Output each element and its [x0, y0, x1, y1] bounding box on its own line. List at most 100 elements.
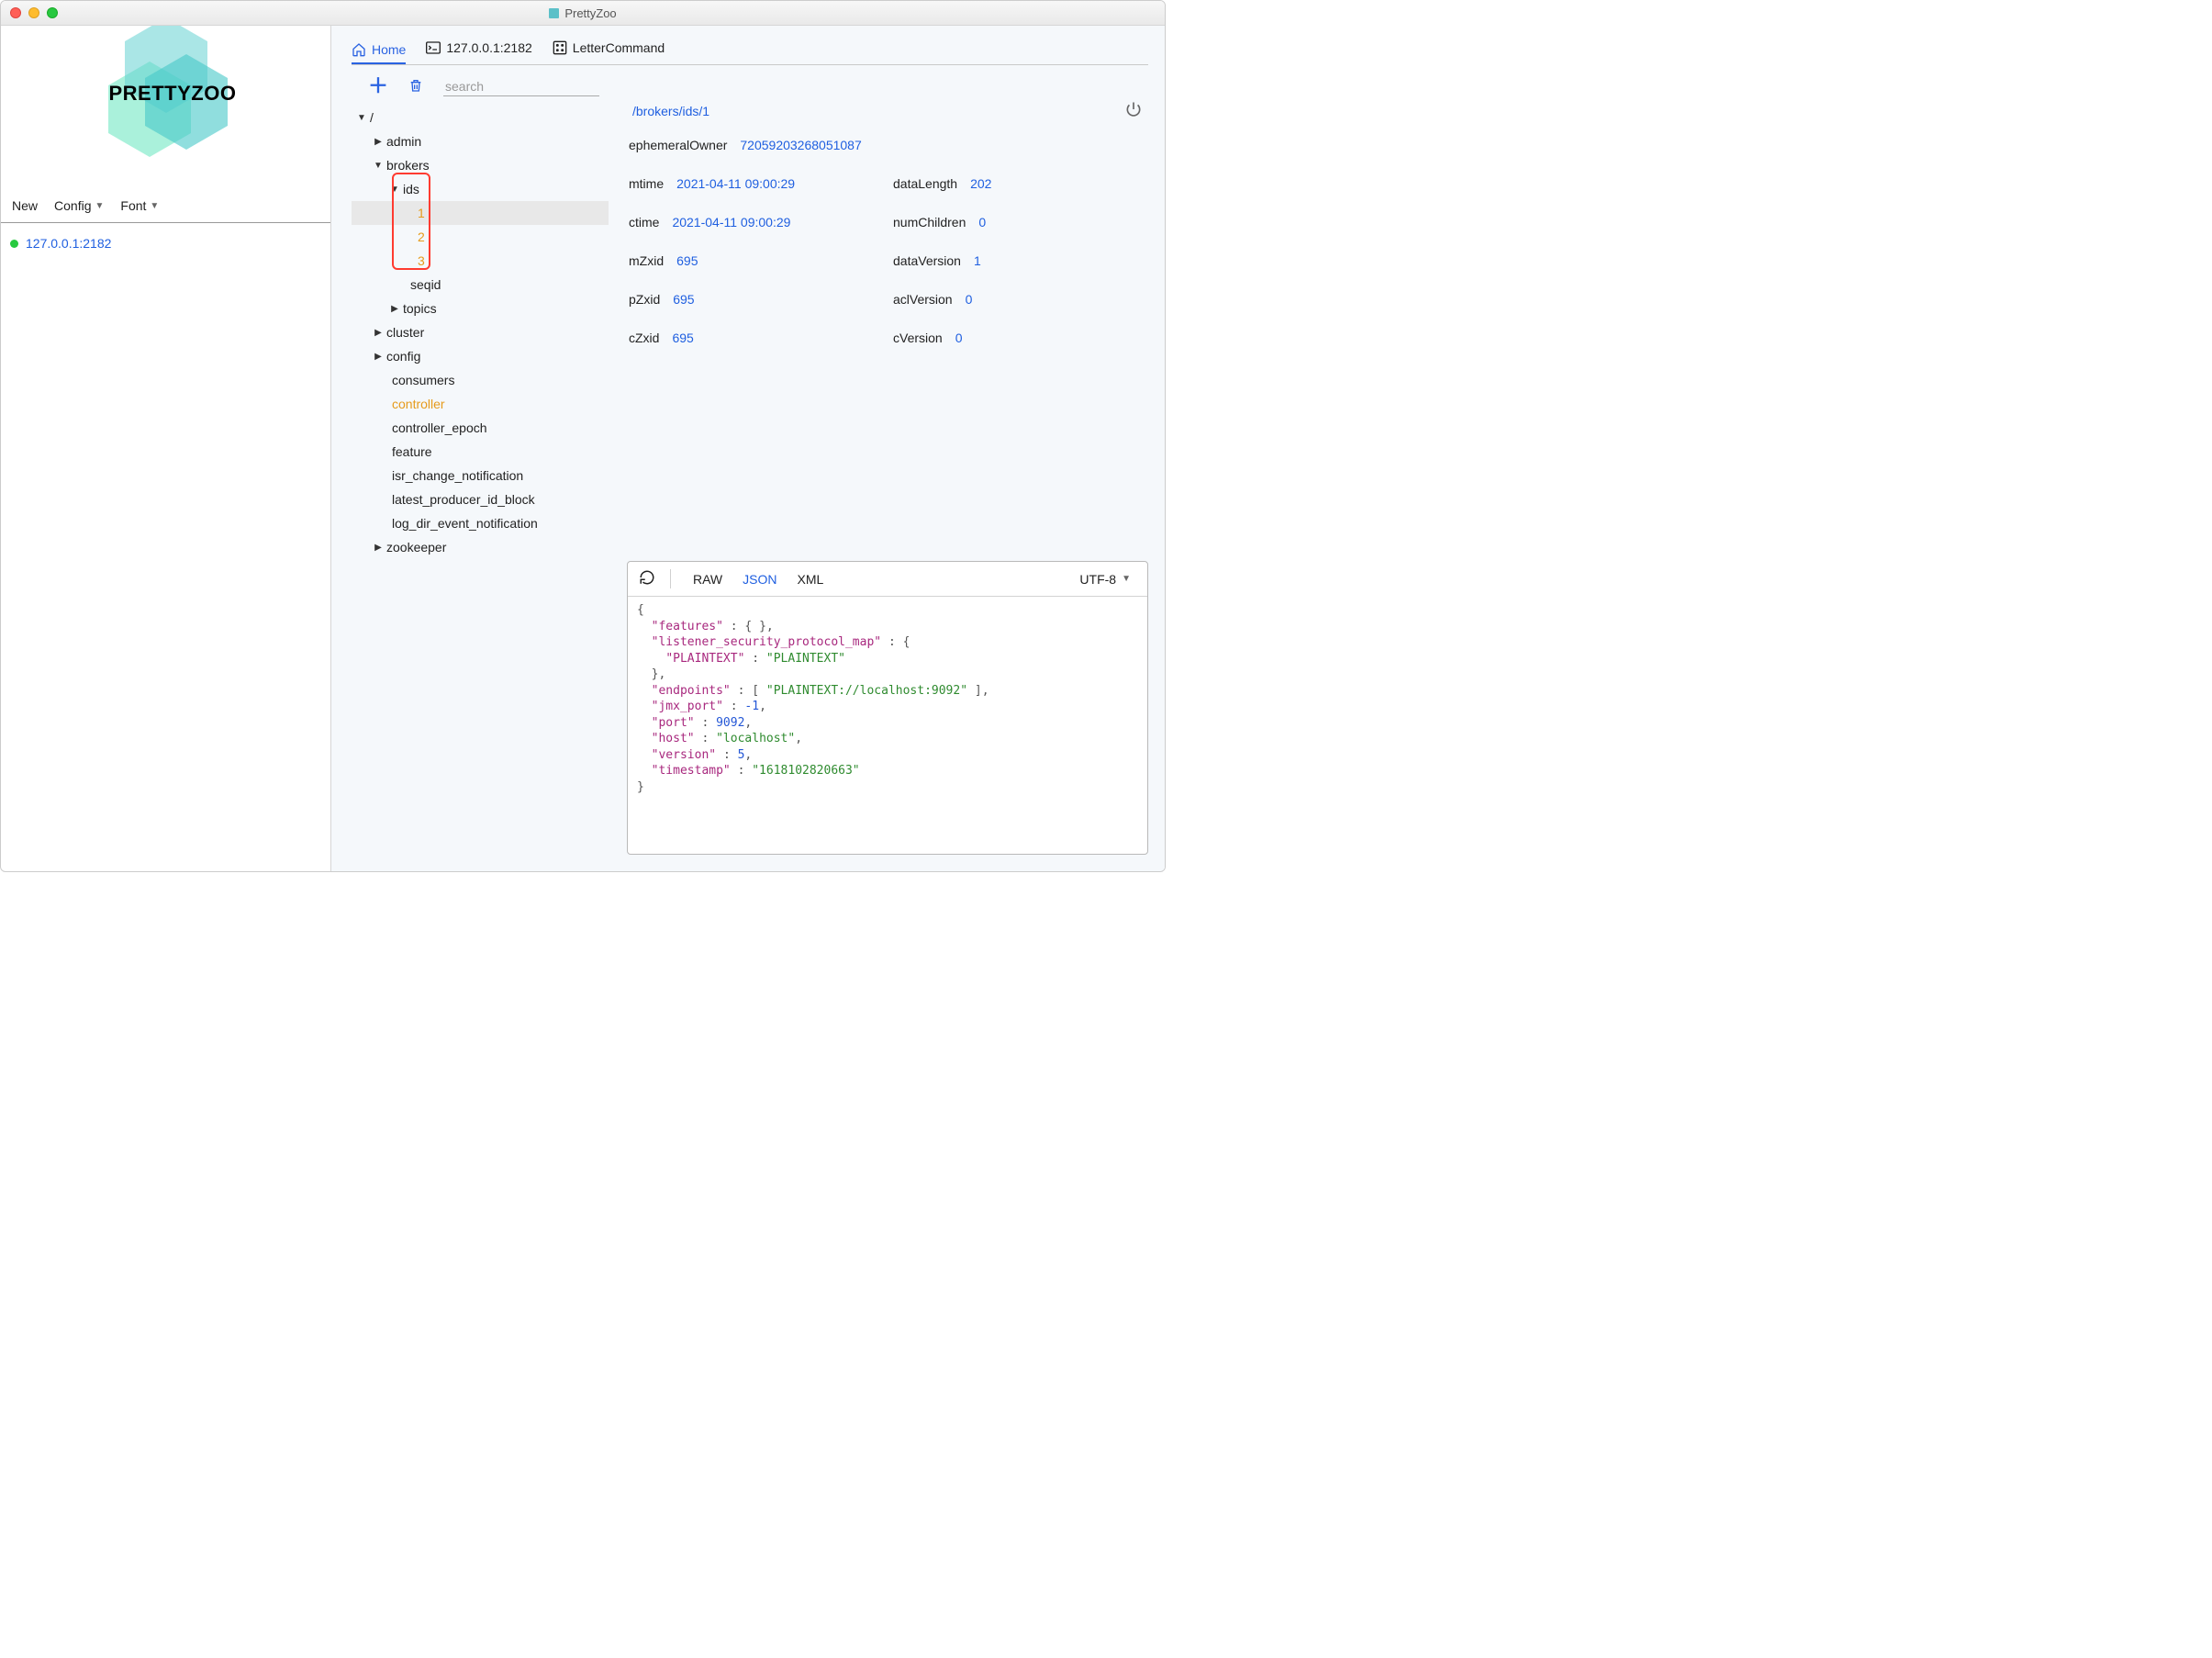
tab-letter-command[interactable]: LetterCommand [553, 40, 665, 59]
chevron-down-icon: ▼ [390, 185, 399, 195]
add-node-button[interactable]: ＋ [368, 76, 388, 96]
tree-label: admin [383, 134, 421, 149]
tree-label: topics [399, 301, 437, 316]
tree-label: config [383, 349, 420, 364]
logo-text: PRETTYZOO [109, 82, 237, 106]
tree-label: ids [399, 182, 419, 196]
tree-node-id-3[interactable]: 3 [352, 249, 609, 273]
app-window: PrettyZoo PRETTYZOO New [0, 0, 1166, 872]
delete-node-button[interactable] [408, 77, 423, 96]
menu-config-label: Config [54, 198, 91, 213]
chevron-down-icon: ▼ [1122, 574, 1131, 584]
tree-label: controller_epoch [388, 420, 487, 435]
main-area: Home 127.0.0.1:2182 LetterCommand ＋ [331, 26, 1165, 871]
tree-node-latest-producer-id[interactable]: latest_producer_id_block [352, 487, 609, 511]
tree-label: log_dir_event_notification [388, 516, 538, 531]
menu-new-label: New [12, 198, 38, 213]
tree-node-zookeeper[interactable]: ▶ zookeeper [352, 535, 609, 559]
menu-font[interactable]: Font ▼ [120, 198, 159, 213]
disconnect-button[interactable] [1124, 100, 1143, 121]
tree-node-consumers[interactable]: consumers [352, 368, 609, 392]
tree-node-seqid[interactable]: seqid [352, 273, 609, 297]
stat-key: mZxid [629, 253, 664, 268]
tree-label: seqid [407, 277, 441, 292]
grid-icon [553, 40, 567, 55]
stat-value: 2021-04-11 09:00:29 [672, 215, 790, 230]
logo-area: PRETTYZOO [1, 26, 330, 191]
stat-value: 695 [672, 330, 693, 345]
toolbar: ＋ [352, 65, 1148, 100]
stat-key: aclVersion [893, 292, 953, 307]
data-viewer: RAW JSON XML UTF-8 ▼ { "features" : { },… [627, 561, 1148, 855]
tree-label: brokers [383, 158, 430, 173]
menu-font-label: Font [120, 198, 146, 213]
tree-node-admin[interactable]: ▶ admin [352, 129, 609, 153]
refresh-button[interactable] [639, 569, 671, 588]
chevron-right-icon: ▶ [374, 352, 383, 362]
encoding-label: UTF-8 [1079, 572, 1116, 587]
titlebar: PrettyZoo [1, 1, 1165, 26]
stat-value: 695 [673, 292, 694, 307]
tree-label: consumers [388, 373, 454, 387]
stat-key: dataLength [893, 176, 957, 191]
app-icon [549, 8, 559, 18]
chevron-down-icon: ▼ [150, 201, 159, 211]
tree-label: zookeeper [383, 540, 446, 555]
tree-node-root[interactable]: ▼ / [352, 106, 609, 129]
server-item[interactable]: 127.0.0.1:2182 [10, 236, 321, 251]
format-json-tab[interactable]: JSON [743, 572, 776, 587]
tree-node-id-1[interactable]: 1 [352, 201, 609, 225]
stat-key: ctime [629, 215, 659, 230]
node-tree: ▼ / ▶ admin ▼ brokers ▼ ids [352, 100, 609, 855]
details-panel: /brokers/ids/1 ephemeralOwner72059203268… [627, 100, 1148, 855]
format-raw-tab[interactable]: RAW [693, 572, 722, 587]
tab-home[interactable]: Home [352, 42, 406, 64]
tab-bar: Home 127.0.0.1:2182 LetterCommand [352, 39, 1148, 65]
stat-key: mtime [629, 176, 664, 191]
tree-node-ids[interactable]: ▼ ids [352, 177, 609, 201]
tree-node-controller-epoch[interactable]: controller_epoch [352, 416, 609, 440]
tree-node-id-2[interactable]: 2 [352, 225, 609, 249]
tree-label: feature [388, 444, 432, 459]
chevron-down-icon: ▼ [95, 201, 104, 211]
tree-label: controller [388, 397, 445, 411]
window-title: PrettyZoo [1, 6, 1165, 20]
stat-key: pZxid [629, 292, 660, 307]
stat-key: dataVersion [893, 253, 961, 268]
tree-node-cluster[interactable]: ▶ cluster [352, 320, 609, 344]
tree-node-feature[interactable]: feature [352, 440, 609, 464]
menu-new[interactable]: New [12, 198, 38, 213]
stat-value: 72059203268051087 [740, 138, 861, 152]
stat-value: 0 [966, 292, 973, 307]
stat-value: 0 [955, 330, 963, 345]
stat-grid: ephemeralOwner 72059203268051087 mtime 202… [627, 134, 1148, 356]
logo: PRETTYZOO [93, 39, 240, 177]
tree-label: 1 [414, 206, 425, 220]
format-xml-tab[interactable]: XML [798, 572, 824, 587]
stat-key: cVersion [893, 330, 943, 345]
viewer-toolbar: RAW JSON XML UTF-8 ▼ [628, 562, 1147, 597]
stat-key: ephemeralOwner [629, 138, 727, 152]
stat-value: 1 [974, 253, 981, 268]
tree-label: 2 [414, 230, 425, 244]
encoding-select[interactable]: UTF-8 ▼ [1079, 572, 1136, 587]
tree-node-config[interactable]: ▶ config [352, 344, 609, 368]
tab-terminal[interactable]: 127.0.0.1:2182 [426, 40, 531, 59]
tree-node-topics[interactable]: ▶ topics [352, 297, 609, 320]
search-input[interactable] [443, 77, 599, 96]
code-viewer[interactable]: { "features" : { }, "listener_security_p… [628, 597, 1147, 854]
chevron-right-icon: ▶ [374, 328, 383, 338]
chevron-down-icon: ▼ [357, 113, 366, 123]
tree-node-isr-change[interactable]: isr_change_notification [352, 464, 609, 487]
tree-node-brokers[interactable]: ▼ brokers [352, 153, 609, 177]
tree-node-log-dir-event[interactable]: log_dir_event_notification [352, 511, 609, 535]
server-list: 127.0.0.1:2182 [1, 223, 330, 263]
stat-key: numChildren [893, 215, 966, 230]
tree-node-controller[interactable]: controller [352, 392, 609, 416]
server-address: 127.0.0.1:2182 [26, 236, 111, 251]
status-online-icon [10, 240, 18, 248]
menu-config[interactable]: Config ▼ [54, 198, 104, 213]
home-icon [352, 42, 366, 57]
tree-label: 3 [414, 253, 425, 268]
chevron-down-icon: ▼ [374, 161, 383, 171]
